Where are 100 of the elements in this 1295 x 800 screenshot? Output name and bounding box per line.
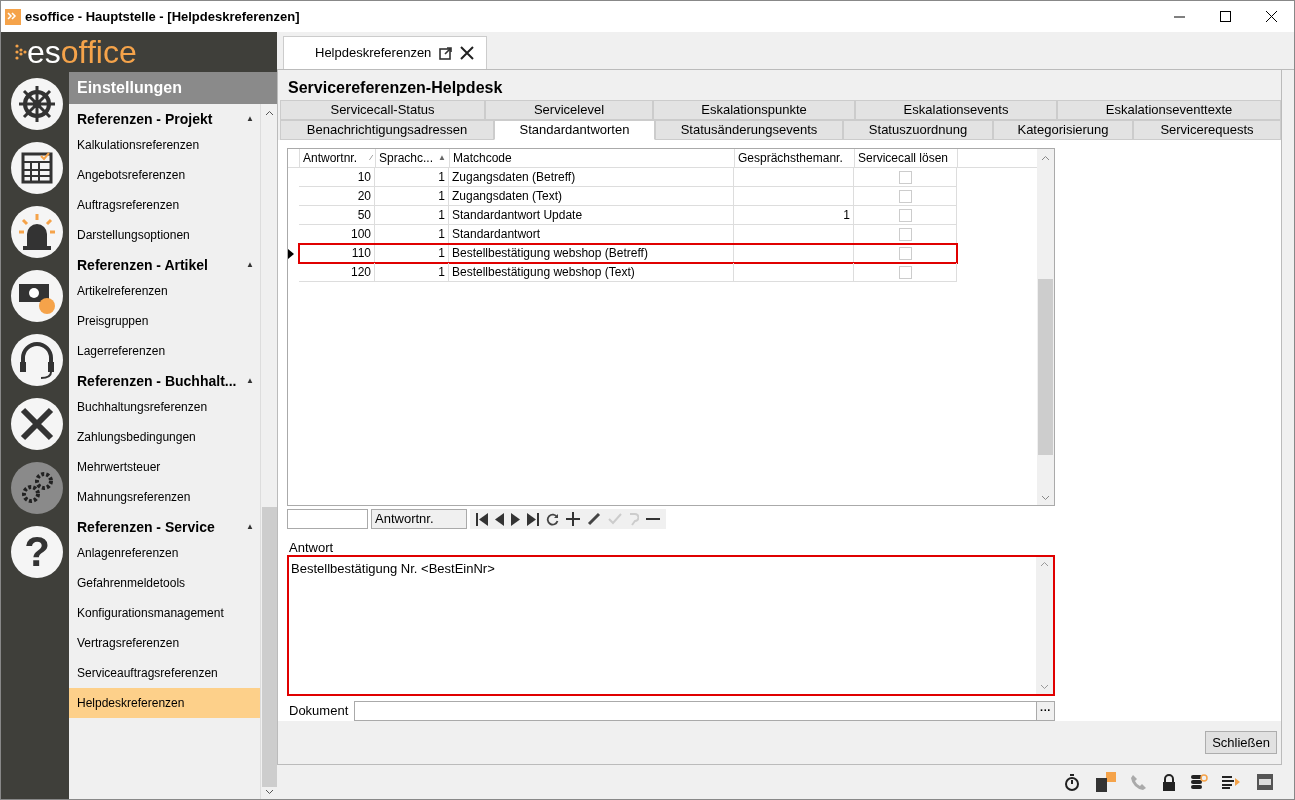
scroll-thumb[interactable] — [261, 507, 277, 787]
document-tab[interactable]: Helpdeskreferenzen — [283, 36, 487, 69]
checkbox[interactable] — [898, 265, 912, 279]
help-icon[interactable]: ? — [11, 526, 63, 578]
table-cell: 1 — [734, 206, 854, 225]
nav-item[interactable]: Darstellungsoptionen — [69, 220, 260, 250]
table-cell: 1 — [375, 225, 449, 244]
nav-item[interactable]: Angebotsreferenzen — [69, 160, 260, 190]
column-header[interactable]: Gesprächsthemanr. — [735, 149, 855, 167]
scroll-down-icon[interactable] — [1041, 495, 1050, 501]
nav-item[interactable]: Zahlungsbedingungen — [69, 422, 260, 452]
table-cell: 1 — [375, 206, 449, 225]
close-icon[interactable] — [1265, 11, 1277, 22]
nav-item[interactable]: Kalkulationsreferenzen — [69, 130, 260, 160]
previous-record-icon[interactable] — [495, 512, 504, 526]
calculator-icon[interactable] — [11, 142, 63, 194]
section-header[interactable]: Referenzen - Projekt — [77, 108, 213, 130]
tab[interactable]: Servicerequests — [1133, 120, 1281, 140]
scroll-up-icon[interactable] — [1041, 155, 1050, 161]
column-header[interactable]: Antwortnr. — [303, 149, 358, 167]
tab[interactable]: Kategorisierung — [993, 120, 1133, 140]
nav-item[interactable]: Mehrwertsteuer — [69, 452, 260, 482]
scroll-up-icon[interactable] — [264, 110, 274, 116]
table-cell: 100 — [299, 225, 375, 244]
nav-item[interactable]: Gefahrenmeldetools — [69, 568, 260, 598]
close-button[interactable]: Schließen — [1205, 731, 1277, 754]
checkbox[interactable] — [898, 189, 912, 203]
nav-item[interactable]: Konfigurationsmanagement — [69, 598, 260, 628]
database-icon[interactable] — [1190, 773, 1208, 791]
scrollbar[interactable] — [260, 104, 277, 799]
tab[interactable]: Eskalationspunkte — [653, 100, 855, 120]
checkbox[interactable] — [898, 227, 912, 241]
tab[interactable]: Servicelevel — [485, 100, 653, 120]
selected-row[interactable]: 110 1 Bestellbestätigung webshop (Betreff) — [299, 244, 957, 263]
list-arrow-icon[interactable] — [1222, 775, 1242, 789]
nav-item[interactable]: Buchhaltungsreferenzen — [69, 392, 260, 422]
collapse-icon[interactable]: ▲ — [246, 521, 254, 533]
building-icon[interactable] — [1094, 772, 1116, 792]
sort-icon[interactable]: ⁄ — [370, 152, 372, 164]
tools-icon[interactable] — [11, 398, 63, 450]
checkbox[interactable] — [898, 170, 912, 184]
browse-button[interactable]: ··· — [1036, 702, 1054, 720]
nav-item[interactable]: Artikelreferenzen — [69, 276, 260, 306]
collapse-icon[interactable]: ▲ — [246, 375, 254, 387]
first-record-icon[interactable] — [476, 512, 488, 526]
siren-icon[interactable] — [11, 206, 63, 258]
nav-item[interactable]: Lagerreferenzen — [69, 336, 260, 366]
refresh-icon[interactable] — [546, 512, 559, 526]
nav-item[interactable]: Preisgruppen — [69, 306, 260, 336]
table-cell: 20 — [299, 187, 375, 206]
checkbox[interactable] — [898, 246, 912, 260]
nav-item[interactable]: Serviceauftragsreferenzen — [69, 658, 260, 688]
lock-icon[interactable] — [1162, 773, 1176, 791]
sql-icon[interactable] — [1256, 773, 1274, 791]
nav-item[interactable]: Mahnungsreferenzen — [69, 482, 260, 512]
nav-item[interactable]: Vertragsreferenzen — [69, 628, 260, 658]
nav-item[interactable]: Helpdeskreferenzen — [69, 688, 260, 718]
column-header[interactable]: Matchcode — [450, 149, 735, 167]
document-field[interactable]: ··· — [354, 701, 1055, 721]
section-header[interactable]: Referenzen - Artikel — [77, 254, 208, 276]
section-header[interactable]: Referenzen - Buchhalt... — [77, 370, 237, 392]
section-header[interactable]: Referenzen - Service — [77, 516, 215, 538]
close-icon[interactable] — [460, 46, 475, 60]
sort-icon[interactable]: ▲ — [438, 152, 446, 164]
esoffice-logo: esoffice — [15, 36, 137, 68]
column-header[interactable]: Sprachc... — [379, 149, 434, 167]
checkbox[interactable] — [898, 208, 912, 222]
scroll-down-icon[interactable] — [264, 789, 274, 795]
window-title: esoffice - Hauptstelle - [Helpdeskreferenzen] — [25, 7, 300, 26]
tab[interactable]: Benachrichtigungsadressen — [280, 120, 494, 140]
money-icon[interactable] — [11, 270, 63, 322]
headset-icon[interactable] — [11, 334, 63, 386]
table-cell: 110 — [299, 244, 375, 263]
check-icon[interactable] — [608, 513, 622, 525]
search-column-field[interactable]: Antwortnr. — [371, 509, 467, 529]
table-cell: Zugangsdaten (Text) — [449, 187, 734, 206]
table-cell: Zugangsdaten (Betreff) — [449, 168, 734, 187]
gears-icon[interactable] — [11, 462, 63, 514]
last-record-icon[interactable] — [527, 512, 539, 526]
tab[interactable]: Statusänderungsevents — [655, 120, 843, 140]
stopwatch-icon[interactable] — [1064, 773, 1080, 791]
scrollbar[interactable] — [1037, 149, 1054, 505]
nav-item[interactable]: Anlagenreferenzen — [69, 538, 260, 568]
search-field[interactable] — [287, 509, 368, 529]
edit-icon[interactable] — [587, 512, 601, 526]
external-link-icon[interactable] — [439, 46, 453, 60]
next-record-icon[interactable] — [511, 512, 520, 526]
tab[interactable]: Standardantworten — [494, 120, 655, 140]
collapse-icon[interactable]: ▲ — [246, 259, 254, 271]
tab[interactable]: Servicecall-Status — [280, 100, 485, 120]
column-header[interactable]: Servicecall lösen — [855, 149, 958, 167]
add-icon[interactable] — [566, 512, 580, 526]
tab[interactable]: Eskalationsevents — [855, 100, 1057, 120]
collapse-icon[interactable]: ▲ — [246, 113, 254, 125]
tab[interactable]: Statuszuordnung — [843, 120, 993, 140]
ship-wheel-icon[interactable] — [11, 78, 63, 130]
tab[interactable]: Eskalationseventtexte — [1057, 100, 1281, 120]
scroll-thumb[interactable] — [1038, 279, 1053, 455]
maximize-icon[interactable] — [1219, 11, 1231, 22]
nav-item[interactable]: Auftragsreferenzen — [69, 190, 260, 220]
